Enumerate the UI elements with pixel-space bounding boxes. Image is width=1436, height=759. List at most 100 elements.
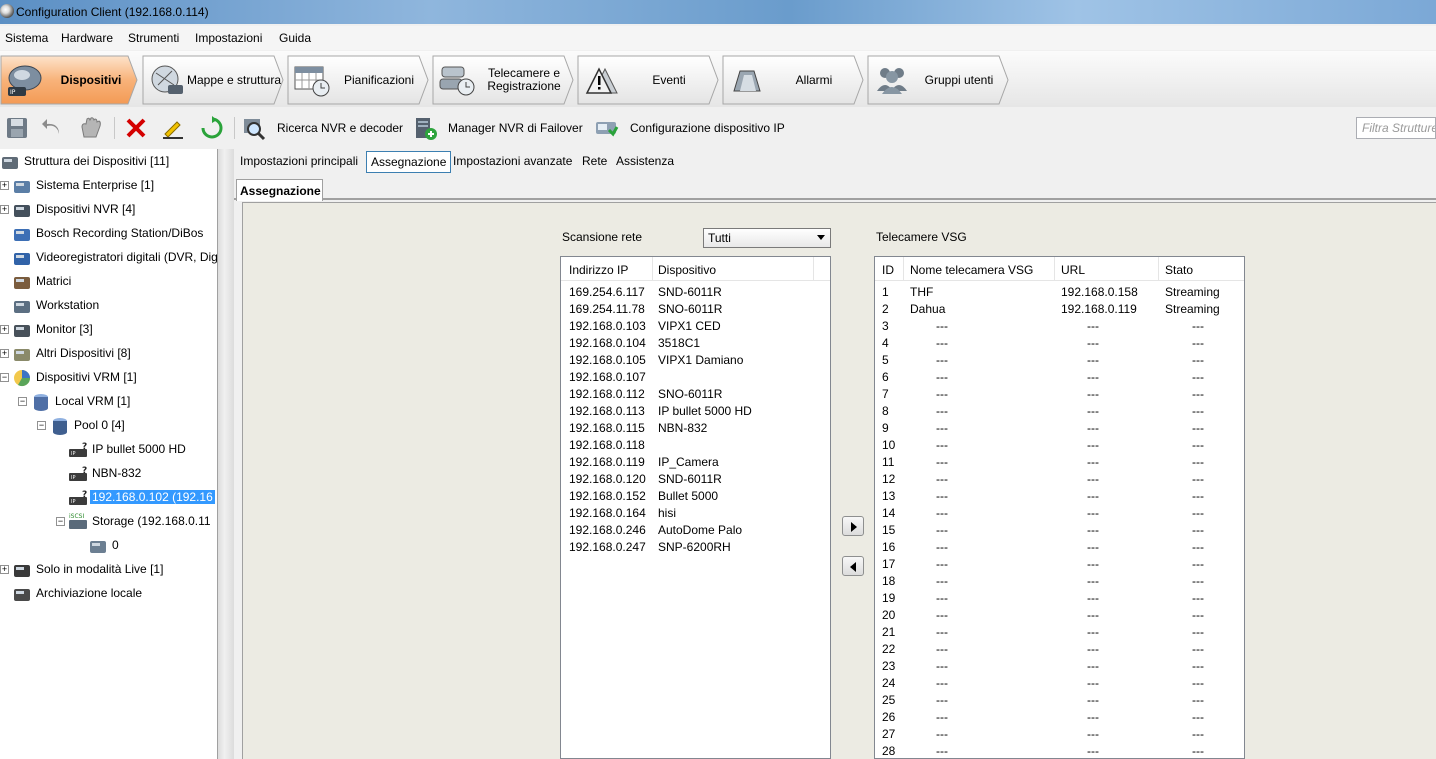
table-row[interactable]: 25 --- --- --- [875, 691, 1244, 708]
nav-tab-eventi[interactable]: Eventi [577, 55, 719, 105]
table-row[interactable]: 192.168.0.104 3518C1 [561, 334, 830, 351]
table-row[interactable]: 192.168.0.247 SNP-6200RH [561, 538, 830, 555]
glove-icon[interactable] [78, 115, 104, 141]
col-id[interactable]: ID [882, 263, 894, 277]
ip-config-button[interactable]: Configurazione dispositivo IP [630, 121, 785, 135]
table-row[interactable]: 24 --- --- --- [875, 674, 1244, 691]
failover-icon[interactable] [412, 115, 438, 141]
table-row[interactable]: 192.168.0.118 [561, 436, 830, 453]
refresh-icon[interactable] [199, 115, 225, 141]
table-row[interactable]: 11 --- --- --- [875, 453, 1244, 470]
save-icon[interactable] [4, 115, 30, 141]
tree-item[interactable]: 0 [0, 535, 217, 557]
col-ip[interactable]: Indirizzo IP [569, 263, 628, 277]
rename-icon[interactable] [160, 115, 186, 141]
table-row[interactable]: 192.168.0.113 IP bullet 5000 HD [561, 402, 830, 419]
table-row[interactable]: 17 --- --- --- [875, 555, 1244, 572]
table-row[interactable]: 15 --- --- --- [875, 521, 1244, 538]
table-row[interactable]: 26 --- --- --- [875, 708, 1244, 725]
scan-filter-select[interactable]: Tutti [703, 228, 831, 248]
collapse-icon[interactable]: − [56, 517, 65, 526]
table-row[interactable]: 7 --- --- --- [875, 385, 1244, 402]
tree-item[interactable]: Archiviazione locale [0, 583, 217, 605]
search-nvr-icon[interactable] [240, 115, 266, 141]
tree-item[interactable]: Matrici [0, 271, 217, 293]
table-row[interactable]: 192.168.0.103 VIPX1 CED [561, 317, 830, 334]
tree-item[interactable]: − Pool 0 [4] [0, 415, 217, 437]
tree-item[interactable]: − Dispositivi VRM [1] [0, 367, 217, 389]
table-row[interactable]: 8 --- --- --- [875, 402, 1244, 419]
search-nvr-button[interactable]: Ricerca NVR e decoder [277, 121, 403, 135]
tree-item[interactable]: − Local VRM [1] [0, 391, 217, 413]
collapse-icon[interactable]: − [37, 421, 46, 430]
table-row[interactable]: 192.168.0.164 hisi [561, 504, 830, 521]
expand-icon[interactable]: + [0, 565, 9, 574]
table-row[interactable]: 12 --- --- --- [875, 470, 1244, 487]
tree-item[interactable]: Workstation [0, 295, 217, 317]
table-row[interactable]: 22 --- --- --- [875, 640, 1244, 657]
splitter[interactable] [218, 149, 234, 759]
tree-item[interactable]: Struttura dei Dispositivi [11] [0, 151, 217, 173]
nav-tab-allarmi[interactable]: Allarmi [722, 55, 864, 105]
expand-icon[interactable]: + [0, 205, 9, 214]
col-camera-name[interactable]: Nome telecamera VSG [910, 263, 1033, 277]
nav-tab-telecamere-e-registrazione[interactable]: Telecamere e Registrazione [432, 55, 574, 105]
table-row[interactable]: 13 --- --- --- [875, 487, 1244, 504]
tree-item[interactable]: + Altri Dispositivi [8] [0, 343, 217, 365]
tree-item[interactable]: + Monitor [3] [0, 319, 217, 341]
undo-icon[interactable] [40, 115, 66, 141]
table-row[interactable]: 192.168.0.112 SNO-6011R [561, 385, 830, 402]
col-url[interactable]: URL [1061, 263, 1085, 277]
nav-tab-mappe-e-struttura[interactable]: Mappe e struttura [142, 55, 284, 105]
table-row[interactable]: 192.168.0.152 Bullet 5000 [561, 487, 830, 504]
tree-item[interactable]: − iSCSI Storage (192.168.0.11 [0, 511, 217, 533]
tree-item[interactable]: + Dispositivi NVR [4] [0, 199, 217, 221]
expand-icon[interactable]: + [0, 325, 9, 334]
table-row[interactable]: 14 --- --- --- [875, 504, 1244, 521]
table-row[interactable]: 2 Dahua 192.168.0.119 Streaming [875, 300, 1244, 317]
tab-assistenza[interactable]: Assistenza [612, 151, 678, 173]
collapse-icon[interactable]: − [0, 373, 9, 382]
tab-rete[interactable]: Rete [578, 151, 611, 173]
table-row[interactable]: 169.254.11.78 SNO-6011R [561, 300, 830, 317]
table-row[interactable]: 10 --- --- --- [875, 436, 1244, 453]
tab-impostazioni-principali[interactable]: Impostazioni principali [236, 151, 362, 173]
delete-icon[interactable] [123, 115, 149, 141]
table-row[interactable]: 27 --- --- --- [875, 725, 1244, 742]
ip-config-icon[interactable] [593, 115, 619, 141]
scanned-devices-list[interactable]: Indirizzo IP Dispositivo 169.254.6.117 SN… [560, 256, 831, 759]
nav-tab-gruppi-utenti[interactable]: Gruppi utenti [867, 55, 1009, 105]
tree-item[interactable]: IP? NBN-832 [0, 463, 217, 485]
vsg-cameras-list[interactable]: ID Nome telecamera VSG URL Stato 1 THF 192… [874, 256, 1245, 759]
table-row[interactable]: 192.168.0.115 NBN-832 [561, 419, 830, 436]
expand-icon[interactable]: + [0, 349, 9, 358]
table-row[interactable]: 192.168.0.246 AutoDome Palo [561, 521, 830, 538]
assign-right-button[interactable] [842, 516, 864, 536]
tree-item[interactable]: + Sistema Enterprise [1] [0, 175, 217, 197]
table-row[interactable]: 21 --- --- --- [875, 623, 1244, 640]
tree-item[interactable]: IP? IP bullet 5000 HD [0, 439, 217, 461]
nav-tab-dispositivi[interactable]: IP Dispositivi [0, 55, 138, 105]
table-row[interactable]: 5 --- --- --- [875, 351, 1244, 368]
collapse-icon[interactable]: − [18, 397, 27, 406]
tab-impostazioni-avanzate[interactable]: Impostazioni avanzate [449, 151, 576, 173]
table-row[interactable]: 3 --- --- --- [875, 317, 1244, 334]
nav-tab-pianificazioni[interactable]: Pianificazioni [287, 55, 429, 105]
tree-item[interactable]: Bosch Recording Station/DiBos [0, 223, 217, 245]
table-row[interactable]: 1 THF 192.168.0.158 Streaming [875, 283, 1244, 300]
table-row[interactable]: 192.168.0.107 [561, 368, 830, 385]
menu-guida[interactable]: Guida [279, 31, 311, 45]
table-row[interactable]: 18 --- --- --- [875, 572, 1244, 589]
inner-tab-assegnazione[interactable]: Assegnazione [236, 179, 323, 201]
table-row[interactable]: 192.168.0.120 SND-6011R [561, 470, 830, 487]
failover-manager-button[interactable]: Manager NVR di Failover [448, 121, 583, 135]
table-row[interactable]: 192.168.0.119 IP_Camera [561, 453, 830, 470]
table-row[interactable]: 169.254.6.117 SND-6011R [561, 283, 830, 300]
menu-strumenti[interactable]: Strumenti [128, 31, 179, 45]
menu-impostazioni[interactable]: Impostazioni [195, 31, 262, 45]
table-row[interactable]: 9 --- --- --- [875, 419, 1244, 436]
tree-item[interactable]: Videoregistratori digitali (DVR, Digi [0, 247, 217, 269]
tab-assegnazione[interactable]: Assegnazione [366, 151, 452, 173]
table-row[interactable]: 23 --- --- --- [875, 657, 1244, 674]
table-row[interactable]: 4 --- --- --- [875, 334, 1244, 351]
